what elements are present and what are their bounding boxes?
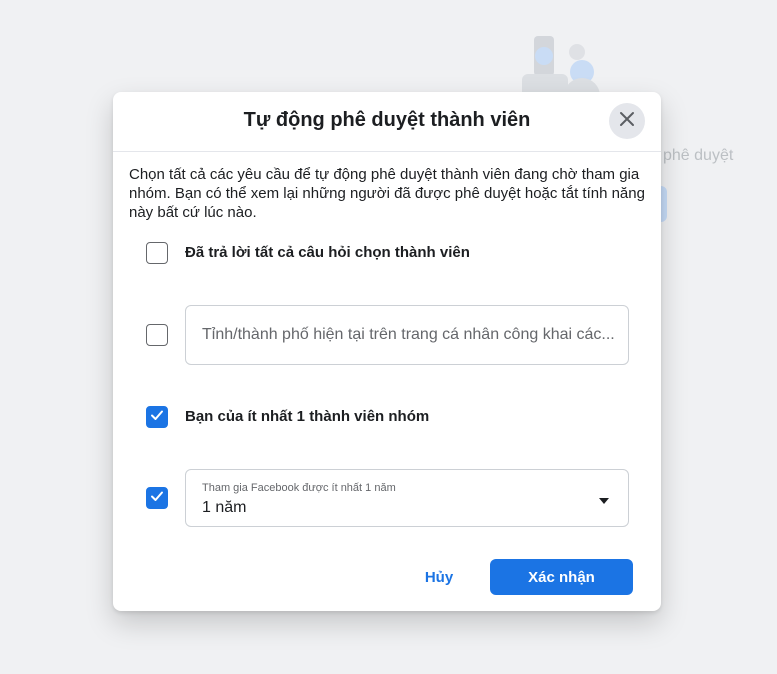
facebook-tenure-selected-value: 1 năm bbox=[202, 499, 247, 516]
cancel-button[interactable]: Hủy bbox=[409, 559, 469, 595]
close-icon bbox=[619, 111, 635, 132]
facebook-tenure-checkbox[interactable] bbox=[146, 487, 168, 509]
facebook-tenure-select[interactable]: Tham gia Facebook được ít nhất 1 năm 1 n… bbox=[185, 469, 629, 527]
friend-of-member-checkbox[interactable] bbox=[146, 406, 168, 428]
caret-down-icon bbox=[598, 493, 610, 511]
background-partial-text: phê duyệt bbox=[663, 147, 734, 164]
dialog-description: Chọn tất cả các yêu cầu để tự động phê d… bbox=[129, 166, 645, 221]
friend-of-member-label: Bạn của ít nhất 1 thành viên nhóm bbox=[185, 408, 430, 425]
dialog-title: Tự động phê duyệt thành viên bbox=[243, 109, 531, 131]
checkmark-icon bbox=[150, 408, 164, 427]
close-button[interactable] bbox=[609, 103, 645, 139]
location-input[interactable] bbox=[202, 306, 622, 364]
checkmark-icon bbox=[150, 489, 164, 508]
auto-approve-dialog: Tự động phê duyệt thành viên Chọn tất cả… bbox=[113, 92, 661, 611]
answered-questions-checkbox[interactable] bbox=[146, 242, 168, 264]
answered-questions-label: Đã trả lời tất cả câu hỏi chọn thành viê… bbox=[185, 244, 470, 261]
confirm-button[interactable]: Xác nhận bbox=[490, 559, 633, 595]
location-checkbox[interactable] bbox=[146, 324, 168, 346]
dialog-header: Tự động phê duyệt thành viên bbox=[113, 92, 661, 152]
location-input-wrapper bbox=[185, 305, 629, 365]
facebook-tenure-select-label: Tham gia Facebook được ít nhất 1 năm bbox=[202, 482, 396, 494]
